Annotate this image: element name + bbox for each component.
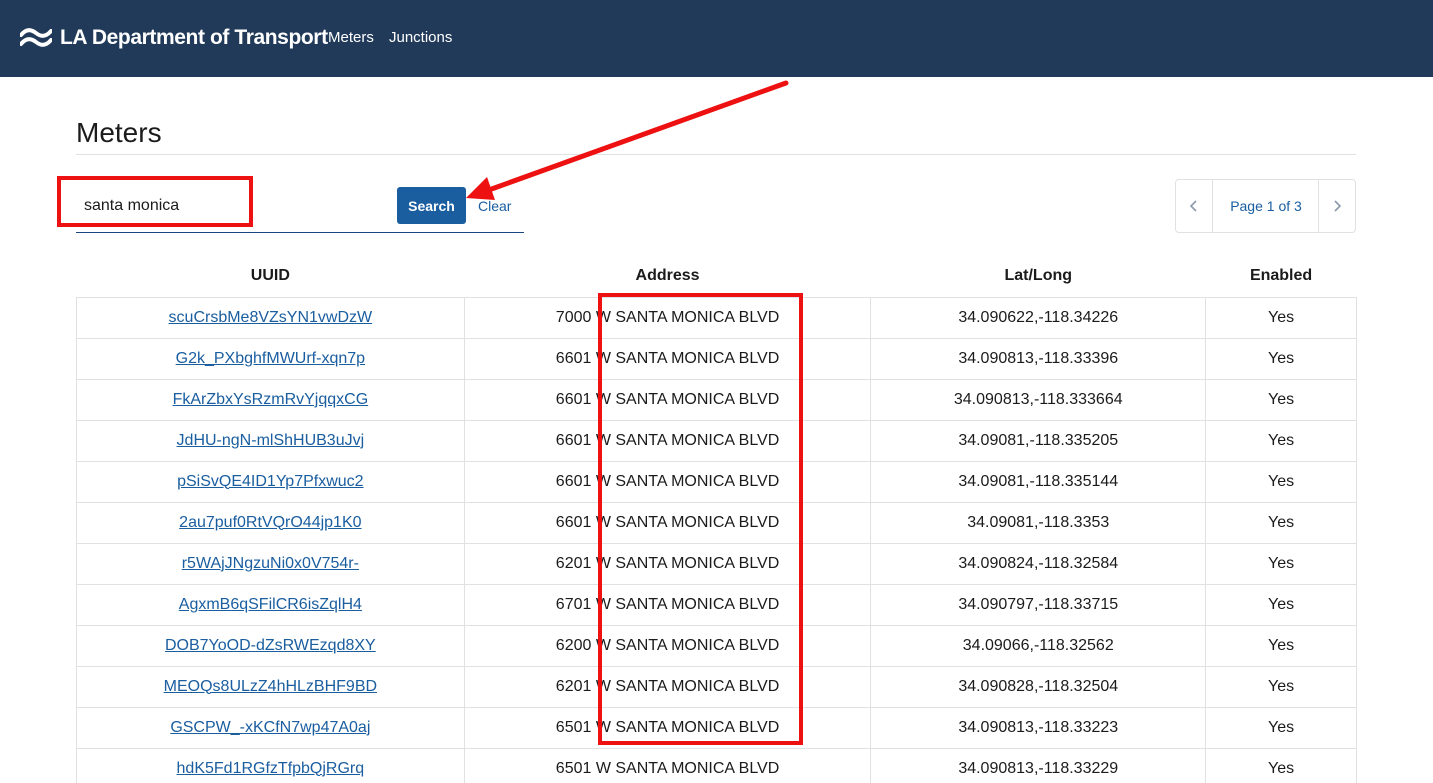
uuid-cell: 2au7puf0RtVQrO44jp1K0: [76, 501, 465, 544]
table-row: scuCrsbMe8VZsYN1vwDzW 7000 W SANTA MONICA…: [76, 296, 1357, 339]
uuid-cell: r5WAjJNgzuNi0x0V754r-: [76, 542, 465, 585]
uuid-link[interactable]: FkArZbxYsRzmRvYjqqxCG: [173, 391, 369, 408]
table-row: G2k_PXbghfMWUrf-xqn7p 6601 W SANTA MONICA…: [76, 337, 1357, 380]
latlong-cell: 34.090813,-118.333664: [870, 378, 1207, 421]
latlong-cell: 34.090824,-118.32584: [870, 542, 1207, 585]
latlong-cell: 34.090797,-118.33715: [870, 583, 1207, 626]
uuid-link[interactable]: JdHU-ngN-mlShHUB3uJvj: [177, 432, 365, 449]
enabled-cell: Yes: [1205, 296, 1357, 339]
uuid-cell: FkArZbxYsRzmRvYjqqxCG: [76, 378, 465, 421]
column-header-enabled: Enabled: [1205, 256, 1357, 298]
latlong-cell: 34.09081,-118.335205: [870, 419, 1207, 462]
uuid-link[interactable]: pSiSvQE4ID1Yp7Pfxwuc2: [177, 473, 363, 490]
latlong-cell: 34.090828,-118.32504: [870, 665, 1207, 708]
table-row: MEOQs8ULzZ4hHLzBHF9BD 6201 W SANTA MONICA…: [76, 665, 1357, 708]
title-divider: [76, 154, 1356, 155]
table-row: GSCPW_-xKCfN7wp47A0aj 6501 W SANTA MONICA…: [76, 706, 1357, 749]
uuid-link[interactable]: 2au7puf0RtVQrO44jp1K0: [179, 514, 361, 531]
search-button[interactable]: Search: [397, 187, 466, 224]
column-header-uuid: UUID: [76, 256, 465, 298]
chevron-left-icon: [1189, 200, 1197, 212]
table-row: r5WAjJNgzuNi0x0V754r- 6201 W SANTA MONICA…: [76, 542, 1357, 585]
table-row: FkArZbxYsRzmRvYjqqxCG 6601 W SANTA MONICA…: [76, 378, 1357, 421]
enabled-cell: Yes: [1205, 378, 1357, 421]
address-cell: 6201 W SANTA MONICA BLVD: [463, 542, 872, 585]
table-row: hdK5Fd1RGfzTfpbQjRGrq 6501 W SANTA MONICA…: [76, 747, 1357, 783]
enabled-cell: Yes: [1205, 624, 1357, 667]
uuid-cell: hdK5Fd1RGfzTfpbQjRGrq: [76, 747, 465, 783]
uuid-link[interactable]: AgxmB6qSFilCR6isZqlH4: [179, 596, 362, 613]
uuid-cell: G2k_PXbghfMWUrf-xqn7p: [76, 337, 465, 380]
uuid-cell: GSCPW_-xKCfN7wp47A0aj: [76, 706, 465, 749]
uuid-link[interactable]: scuCrsbMe8VZsYN1vwDzW: [169, 309, 373, 326]
latlong-cell: 34.090622,-118.34226: [870, 296, 1207, 339]
latlong-cell: 34.09081,-118.335144: [870, 460, 1207, 503]
enabled-cell: Yes: [1205, 583, 1357, 626]
nav-meters-link[interactable]: Meters: [328, 29, 374, 47]
enabled-cell: Yes: [1205, 419, 1357, 462]
column-header-address: Address: [464, 256, 871, 298]
latlong-cell: 34.09066,-118.32562: [870, 624, 1207, 667]
uuid-cell: AgxmB6qSFilCR6isZqlH4: [76, 583, 465, 626]
address-cell: 6200 W SANTA MONICA BLVD: [463, 624, 872, 667]
uuid-link[interactable]: hdK5Fd1RGfzTfpbQjRGrq: [177, 760, 365, 777]
table-body: scuCrsbMe8VZsYN1vwDzW 7000 W SANTA MONICA…: [76, 296, 1357, 783]
address-cell: 6501 W SANTA MONICA BLVD: [463, 747, 872, 783]
uuid-link[interactable]: r5WAjJNgzuNi0x0V754r-: [182, 555, 359, 572]
uuid-cell: scuCrsbMe8VZsYN1vwDzW: [76, 296, 465, 339]
enabled-cell: Yes: [1205, 542, 1357, 585]
search-input[interactable]: [76, 186, 391, 226]
table-row: AgxmB6qSFilCR6isZqlH4 6701 W SANTA MONICA…: [76, 583, 1357, 626]
meters-table: UUID Address Lat/Long Enabled scuCrsbMe8…: [76, 256, 1357, 783]
uuid-link[interactable]: G2k_PXbghfMWUrf-xqn7p: [176, 350, 365, 367]
page-title: Meters: [76, 117, 162, 148]
table-row: pSiSvQE4ID1Yp7Pfxwuc2 6601 W SANTA MONICA…: [76, 460, 1357, 503]
nav-junctions-link[interactable]: Junctions: [389, 29, 452, 47]
uuid-link[interactable]: DOB7YoOD-dZsRWEzqd8XY: [165, 637, 376, 654]
pagination: Page 1 of 3: [1175, 179, 1356, 233]
latlong-cell: 34.09081,-118.3353: [870, 501, 1207, 544]
address-cell: 6601 W SANTA MONICA BLVD: [463, 501, 872, 544]
table-row: 2au7puf0RtVQrO44jp1K0 6601 W SANTA MONICA…: [76, 501, 1357, 544]
address-cell: 6601 W SANTA MONICA BLVD: [463, 337, 872, 380]
wave-logo-icon: [20, 28, 52, 47]
uuid-cell: pSiSvQE4ID1Yp7Pfxwuc2: [76, 460, 465, 503]
enabled-cell: Yes: [1205, 501, 1357, 544]
uuid-cell: DOB7YoOD-dZsRWEzqd8XY: [76, 624, 465, 667]
uuid-link[interactable]: MEOQs8ULzZ4hHLzBHF9BD: [164, 678, 377, 695]
table-header-row: UUID Address Lat/Long Enabled: [76, 256, 1357, 298]
column-header-latlong: Lat/Long: [870, 256, 1206, 298]
latlong-cell: 34.090813,-118.33396: [870, 337, 1207, 380]
address-cell: 6601 W SANTA MONICA BLVD: [463, 378, 872, 421]
address-cell: 6601 W SANTA MONICA BLVD: [463, 419, 872, 462]
page-indicator: Page 1 of 3: [1230, 198, 1302, 214]
table-row: JdHU-ngN-mlShHUB3uJvj 6601 W SANTA MONICA…: [76, 419, 1357, 462]
chevron-right-icon: [1334, 200, 1342, 212]
brand-title[interactable]: LA Department of Transport: [60, 25, 328, 51]
address-cell: 6201 W SANTA MONICA BLVD: [463, 665, 872, 708]
enabled-cell: Yes: [1205, 460, 1357, 503]
uuid-link[interactable]: GSCPW_-xKCfN7wp47A0aj: [170, 719, 370, 736]
address-cell: 6501 W SANTA MONICA BLVD: [463, 706, 872, 749]
enabled-cell: Yes: [1205, 706, 1357, 749]
latlong-cell: 34.090813,-118.33223: [870, 706, 1207, 749]
enabled-cell: Yes: [1205, 337, 1357, 380]
address-cell: 6601 W SANTA MONICA BLVD: [463, 460, 872, 503]
clear-button[interactable]: Clear: [478, 198, 511, 214]
search-underline: [76, 232, 524, 233]
uuid-cell: JdHU-ngN-mlShHUB3uJvj: [76, 419, 465, 462]
latlong-cell: 34.090813,-118.33229: [870, 747, 1207, 783]
uuid-cell: MEOQs8ULzZ4hHLzBHF9BD: [76, 665, 465, 708]
enabled-cell: Yes: [1205, 747, 1357, 783]
address-cell: 6701 W SANTA MONICA BLVD: [463, 583, 872, 626]
address-cell: 7000 W SANTA MONICA BLVD: [463, 296, 872, 339]
enabled-cell: Yes: [1205, 665, 1357, 708]
top-navigation-bar: LA Department of Transport Meters Juncti…: [0, 0, 1433, 77]
next-page-button[interactable]: [1318, 180, 1355, 232]
previous-page-button[interactable]: [1176, 180, 1213, 232]
table-row: DOB7YoOD-dZsRWEzqd8XY 6200 W SANTA MONICA…: [76, 624, 1357, 667]
